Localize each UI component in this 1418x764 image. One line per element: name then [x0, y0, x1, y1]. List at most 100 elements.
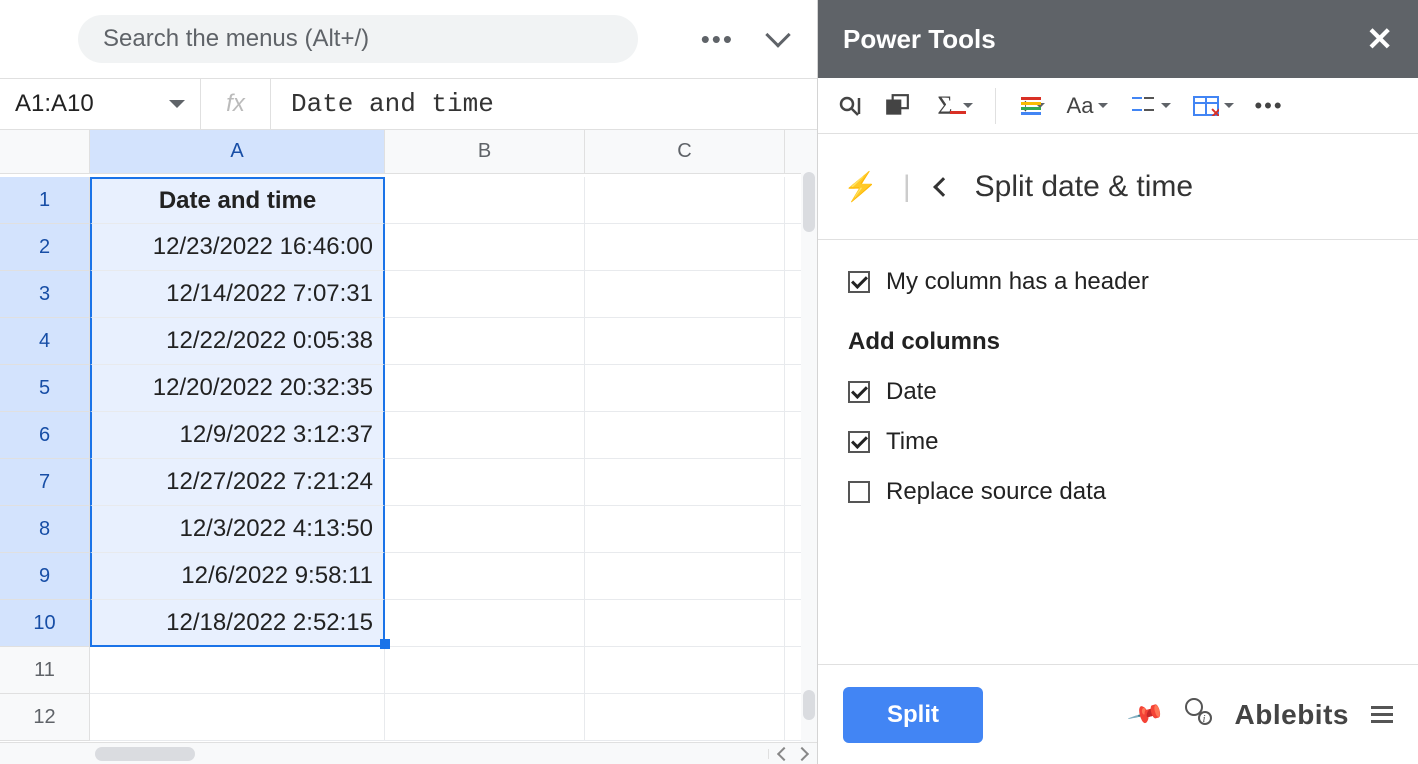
scrollbar-thumb[interactable]: [803, 690, 815, 720]
cell[interactable]: [385, 224, 585, 271]
cell[interactable]: 12/14/2022 7:07:31: [90, 271, 385, 318]
selection-handle[interactable]: [380, 639, 390, 649]
cell[interactable]: [385, 412, 585, 459]
row-header[interactable]: 7: [0, 459, 90, 506]
panel-toolbar: Σ ↕ Aa ✕: [818, 78, 1418, 134]
cell[interactable]: Date and time: [90, 177, 385, 224]
time-checkbox-row[interactable]: Time: [848, 428, 1388, 456]
sum-tool-dropdown[interactable]: Σ: [932, 93, 973, 119]
cell[interactable]: 12/18/2022 2:52:15: [90, 600, 385, 647]
clear-tool-dropdown[interactable]: ✕: [1193, 93, 1234, 119]
text-tool-dropdown[interactable]: Aa: [1067, 93, 1108, 119]
name-box[interactable]: A1:A10: [0, 79, 200, 129]
spreadsheet-grid[interactable]: ABC1Date and time212/23/2022 16:46:00312…: [0, 130, 817, 742]
row-header[interactable]: 10: [0, 600, 90, 647]
row-header[interactable]: 3: [0, 271, 90, 318]
dropdown-icon: [1224, 103, 1234, 108]
split-tool-dropdown[interactable]: [1130, 93, 1171, 119]
row-header[interactable]: 12: [0, 694, 90, 741]
cell[interactable]: [385, 271, 585, 318]
scrollbar-thumb[interactable]: [803, 172, 815, 232]
row-header[interactable]: 6: [0, 412, 90, 459]
row-header[interactable]: 4: [0, 318, 90, 365]
pin-icon[interactable]: 📌: [1125, 694, 1165, 734]
cell[interactable]: [585, 506, 785, 553]
search-tool-icon[interactable]: [836, 93, 862, 119]
cell[interactable]: [585, 365, 785, 412]
cell[interactable]: [585, 318, 785, 365]
header-checkbox-row[interactable]: My column has a header: [848, 268, 1388, 296]
panel-breadcrumb: ⚡ | Split date & time: [818, 134, 1418, 240]
cell[interactable]: [585, 647, 785, 694]
cell[interactable]: 12/6/2022 9:58:11: [90, 553, 385, 600]
column-header[interactable]: B: [385, 130, 585, 174]
cell[interactable]: [385, 365, 585, 412]
more-tools-icon[interactable]: •••: [1256, 93, 1282, 119]
sort-tool-dropdown[interactable]: ↕: [1018, 93, 1045, 119]
row-header[interactable]: 9: [0, 553, 90, 600]
row-header[interactable]: 2: [0, 224, 90, 271]
back-icon[interactable]: [933, 177, 953, 197]
column-header[interactable]: A: [90, 130, 385, 174]
cell[interactable]: [90, 694, 385, 741]
cell[interactable]: [585, 459, 785, 506]
cell[interactable]: [385, 318, 585, 365]
info-icon[interactable]: i: [1183, 696, 1213, 733]
dedupe-tool-icon[interactable]: [884, 93, 910, 119]
replace-checkbox-row[interactable]: Replace source data: [848, 478, 1388, 506]
row-header[interactable]: 5: [0, 365, 90, 412]
scroll-left-icon[interactable]: [777, 746, 791, 760]
panel-footer: Split 📌 i Ablebits: [818, 664, 1418, 764]
cell[interactable]: 12/22/2022 0:05:38: [90, 318, 385, 365]
horizontal-scrollbar[interactable]: [0, 742, 817, 764]
cell[interactable]: 12/27/2022 7:21:24: [90, 459, 385, 506]
column-header[interactable]: C: [585, 130, 785, 174]
scrollbar-thumb[interactable]: [95, 747, 195, 761]
close-icon[interactable]: ✕: [1366, 20, 1393, 58]
name-box-dropdown-icon[interactable]: [169, 100, 185, 108]
cell[interactable]: 12/23/2022 16:46:00: [90, 224, 385, 271]
cell[interactable]: [585, 412, 785, 459]
row-header[interactable]: 8: [0, 506, 90, 553]
panel-body: My column has a header Add columns Date …: [818, 240, 1418, 664]
select-all-corner[interactable]: [0, 130, 90, 174]
cell[interactable]: [585, 600, 785, 647]
cell[interactable]: [385, 177, 585, 224]
dropdown-icon: [1161, 103, 1171, 108]
vertical-scrollbar[interactable]: [801, 130, 817, 742]
cell[interactable]: 12/9/2022 3:12:37: [90, 412, 385, 459]
power-tools-panel: Power Tools ✕ Σ ↕ Aa: [818, 0, 1418, 764]
fx-icon: fx: [200, 79, 270, 129]
formula-bar-row: A1:A10 fx Date and time: [0, 78, 817, 130]
cell[interactable]: [385, 506, 585, 553]
scroll-right-icon[interactable]: [795, 746, 809, 760]
cell[interactable]: [585, 224, 785, 271]
breadcrumb-title: Split date & time: [975, 170, 1193, 204]
split-button[interactable]: Split: [843, 687, 983, 743]
cell[interactable]: [585, 553, 785, 600]
more-icon[interactable]: •••: [701, 24, 734, 55]
cell[interactable]: [385, 553, 585, 600]
cell[interactable]: [90, 647, 385, 694]
formula-bar-input[interactable]: Date and time: [270, 79, 817, 129]
cell[interactable]: [585, 271, 785, 318]
menu-icon[interactable]: [1371, 706, 1393, 723]
row-header[interactable]: 1: [0, 177, 90, 224]
cell[interactable]: [385, 600, 585, 647]
collapse-chevron-icon[interactable]: [765, 22, 790, 47]
cell[interactable]: [385, 694, 585, 741]
cell[interactable]: [585, 694, 785, 741]
cell[interactable]: [385, 647, 585, 694]
checkbox-label: Replace source data: [886, 478, 1106, 506]
cell[interactable]: 12/20/2022 20:32:35: [90, 365, 385, 412]
row-header[interactable]: 11: [0, 647, 90, 694]
menu-search-input[interactable]: Search the menus (Alt+/): [78, 15, 638, 63]
bolt-icon[interactable]: ⚡: [843, 170, 878, 203]
date-checkbox-row[interactable]: Date: [848, 378, 1388, 406]
checkbox-label: Date: [886, 378, 937, 406]
cell[interactable]: [585, 177, 785, 224]
cell[interactable]: [385, 459, 585, 506]
dropdown-icon: [963, 103, 973, 108]
cell[interactable]: 12/3/2022 4:13:50: [90, 506, 385, 553]
checkbox-label: My column has a header: [886, 268, 1149, 296]
